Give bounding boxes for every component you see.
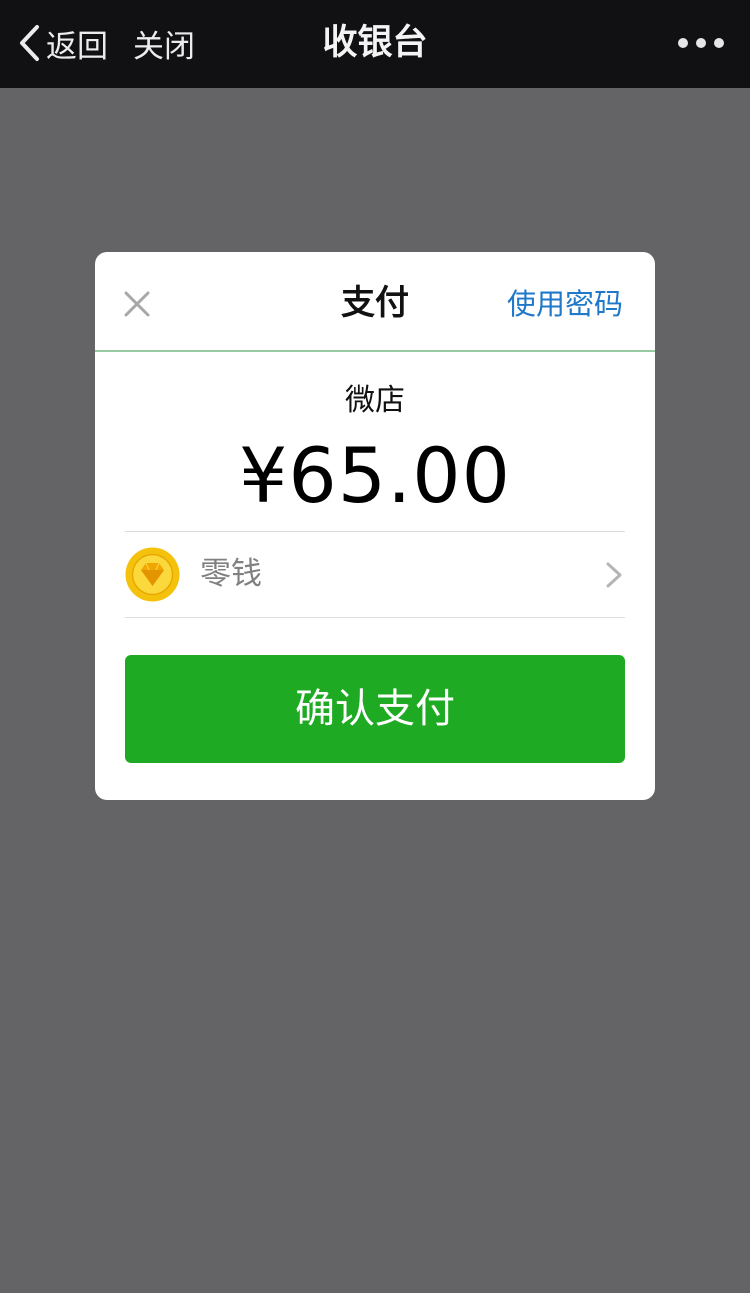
payment-method-row[interactable]: 零钱 xyxy=(125,532,625,617)
dialog-header: 支付 使用密码 xyxy=(95,252,655,352)
confirm-payment-button[interactable]: 确认支付 xyxy=(125,655,625,763)
use-password-link[interactable]: 使用密码 xyxy=(507,282,623,326)
payment-method-label: 零钱 xyxy=(200,556,262,592)
chevron-right-icon xyxy=(606,562,622,588)
divider xyxy=(125,617,625,618)
diamond-coin-icon xyxy=(125,547,180,602)
page-title: 收银台 xyxy=(322,23,428,63)
payment-dialog: 支付 使用密码 微店 ¥65.00 零钱 确认支付 xyxy=(95,252,655,800)
nav-bar: 返回 关闭 收银台 xyxy=(0,0,750,88)
payment-amount: ¥65.00 xyxy=(239,431,511,520)
more-options-icon[interactable] xyxy=(676,32,726,54)
merchant-name: 微店 xyxy=(345,383,405,418)
